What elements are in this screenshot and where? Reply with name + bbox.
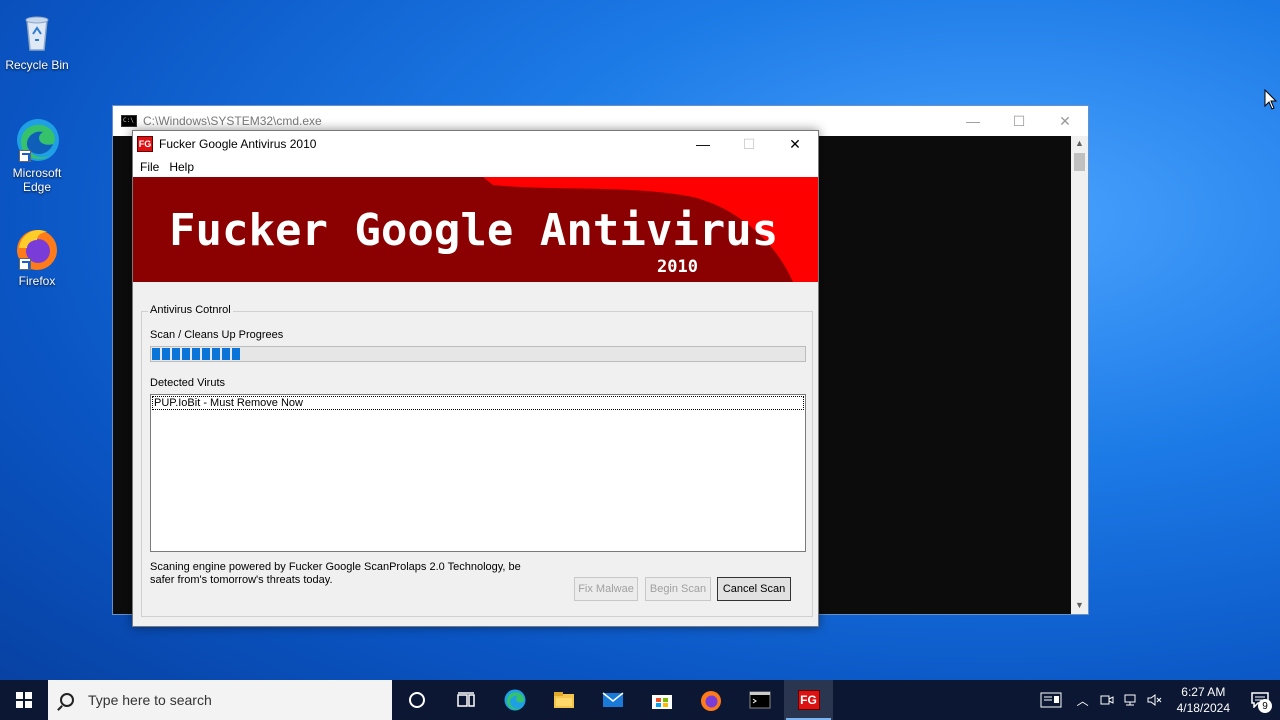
progress-label: Scan / Cleans Up Progrees bbox=[150, 329, 284, 341]
windows-logo-icon bbox=[16, 692, 32, 708]
news-widget-icon[interactable] bbox=[1031, 680, 1071, 720]
network-icon[interactable] bbox=[1119, 680, 1143, 720]
progress-fill bbox=[152, 348, 240, 360]
progress-block bbox=[232, 348, 240, 360]
desktop-icon-firefox[interactable]: Firefox bbox=[0, 224, 74, 288]
desktop-icon-label: Recycle Bin bbox=[5, 58, 69, 72]
notification-badge: 9 bbox=[1258, 699, 1272, 713]
recycle-bin-icon bbox=[13, 8, 61, 56]
av-minimize-button[interactable]: — bbox=[680, 131, 726, 157]
antivirus-control-group: Antivirus Cotnrol Scan / Cleans Up Progr… bbox=[141, 304, 813, 617]
task-view-icon bbox=[456, 692, 475, 707]
taskbar-firefox[interactable] bbox=[686, 680, 735, 720]
system-tray: ︿ 6:27 AM 4/18/2024 9 bbox=[1031, 680, 1280, 720]
volume-muted-icon[interactable] bbox=[1143, 680, 1167, 720]
banner-year: 2010 bbox=[657, 257, 698, 277]
taskbar-edge[interactable] bbox=[490, 680, 539, 720]
progress-block bbox=[162, 348, 170, 360]
firefox-icon bbox=[13, 224, 61, 272]
cortana-button[interactable] bbox=[392, 680, 441, 720]
taskbar-file-explorer[interactable] bbox=[539, 680, 588, 720]
av-titlebar[interactable]: FG Fucker Google Antivirus 2010 — ☐ ✕ bbox=[133, 131, 818, 157]
taskbar-fg-antivirus[interactable]: FG bbox=[784, 680, 833, 720]
chevron-up-icon[interactable]: ︿ bbox=[1071, 680, 1095, 720]
menu-file[interactable]: File bbox=[135, 160, 164, 174]
menu-help[interactable]: Help bbox=[164, 160, 199, 174]
cmd-title: C:\Windows\SYSTEM32\cmd.exe bbox=[143, 114, 322, 128]
scroll-up-icon[interactable]: ▲ bbox=[1071, 136, 1088, 150]
desktop-icon-label: Microsoft Edge bbox=[12, 166, 62, 194]
desktop-icon-label: Firefox bbox=[18, 274, 56, 288]
detected-virus-list[interactable]: PUP.IoBit - Must Remove Now bbox=[150, 394, 806, 552]
av-title: Fucker Google Antivirus 2010 bbox=[159, 137, 317, 151]
banner-title: Fucker Google Antivirus bbox=[169, 205, 779, 256]
fg-antivirus-icon: FG bbox=[797, 690, 820, 710]
firefox-icon bbox=[700, 691, 721, 711]
list-item[interactable]: PUP.IoBit - Must Remove Now bbox=[152, 396, 804, 410]
detected-label: Detected Viruts bbox=[150, 377, 226, 389]
start-button[interactable] bbox=[0, 680, 48, 720]
taskbar-search-box[interactable]: Type here to search bbox=[48, 680, 392, 720]
mail-icon bbox=[602, 692, 623, 707]
progress-block bbox=[152, 348, 160, 360]
scroll-thumb[interactable] bbox=[1074, 153, 1085, 171]
av-banner: Fucker Google Antivirus 2010 bbox=[133, 177, 818, 282]
cmd-maximize-button[interactable]: ☐ bbox=[996, 106, 1042, 136]
engine-footer-text: Scaning engine powered by Fucker Google … bbox=[150, 561, 521, 586]
cmd-icon bbox=[121, 115, 137, 127]
progress-block bbox=[202, 348, 210, 360]
progress-block bbox=[172, 348, 180, 360]
cmd-scrollbar[interactable]: ▲ ▼ bbox=[1071, 136, 1088, 614]
progress-block bbox=[212, 348, 220, 360]
file-explorer-icon bbox=[553, 692, 574, 708]
desktop-icon-edge[interactable]: Microsoft Edge bbox=[0, 116, 74, 194]
taskbar-store[interactable] bbox=[637, 680, 686, 720]
av-close-button[interactable]: ✕ bbox=[772, 131, 818, 157]
cortana-icon bbox=[408, 692, 425, 708]
progress-block bbox=[222, 348, 230, 360]
edge-icon bbox=[13, 116, 61, 164]
search-placeholder: Type here to search bbox=[88, 692, 212, 708]
taskbar-mail[interactable] bbox=[588, 680, 637, 720]
clock-time: 6:27 AM bbox=[1181, 685, 1226, 699]
begin-scan-button: Begin Scan bbox=[645, 577, 711, 601]
antivirus-window[interactable]: FG Fucker Google Antivirus 2010 — ☐ ✕ Fi… bbox=[132, 130, 819, 627]
clock-date: 4/18/2024 bbox=[1176, 701, 1230, 715]
task-view-button[interactable] bbox=[441, 680, 490, 720]
meet-now-icon[interactable] bbox=[1095, 680, 1119, 720]
scroll-down-icon[interactable]: ▼ bbox=[1071, 598, 1088, 612]
notification-center-button[interactable]: 9 bbox=[1240, 680, 1280, 720]
edge-icon bbox=[504, 689, 525, 711]
cmd-close-button[interactable]: ✕ bbox=[1042, 106, 1088, 136]
progress-block bbox=[182, 348, 190, 360]
fix-malware-button: Fix Malwae bbox=[574, 577, 638, 601]
store-icon bbox=[651, 695, 672, 709]
progress-block bbox=[192, 348, 200, 360]
cmd-icon bbox=[749, 691, 770, 709]
taskbar-clock[interactable]: 6:27 AM 4/18/2024 bbox=[1167, 684, 1240, 716]
mouse-cursor-icon bbox=[1264, 89, 1278, 110]
fg-logo-icon: FG bbox=[137, 136, 153, 152]
av-maximize-button: ☐ bbox=[742, 135, 756, 152]
taskbar-cmd[interactable] bbox=[735, 680, 784, 720]
av-menubar: File Help bbox=[133, 157, 818, 177]
cmd-minimize-button[interactable]: — bbox=[950, 106, 996, 136]
desktop-icon-recycle-bin[interactable]: Recycle Bin bbox=[0, 8, 74, 72]
taskbar: Type here to search FG ︿ 6:27 AM 4/18/20… bbox=[0, 680, 1280, 720]
group-legend: Antivirus Cotnrol bbox=[148, 304, 233, 316]
scan-progress-bar bbox=[150, 346, 806, 362]
search-icon bbox=[60, 693, 74, 707]
cancel-scan-button[interactable]: Cancel Scan bbox=[717, 577, 791, 601]
